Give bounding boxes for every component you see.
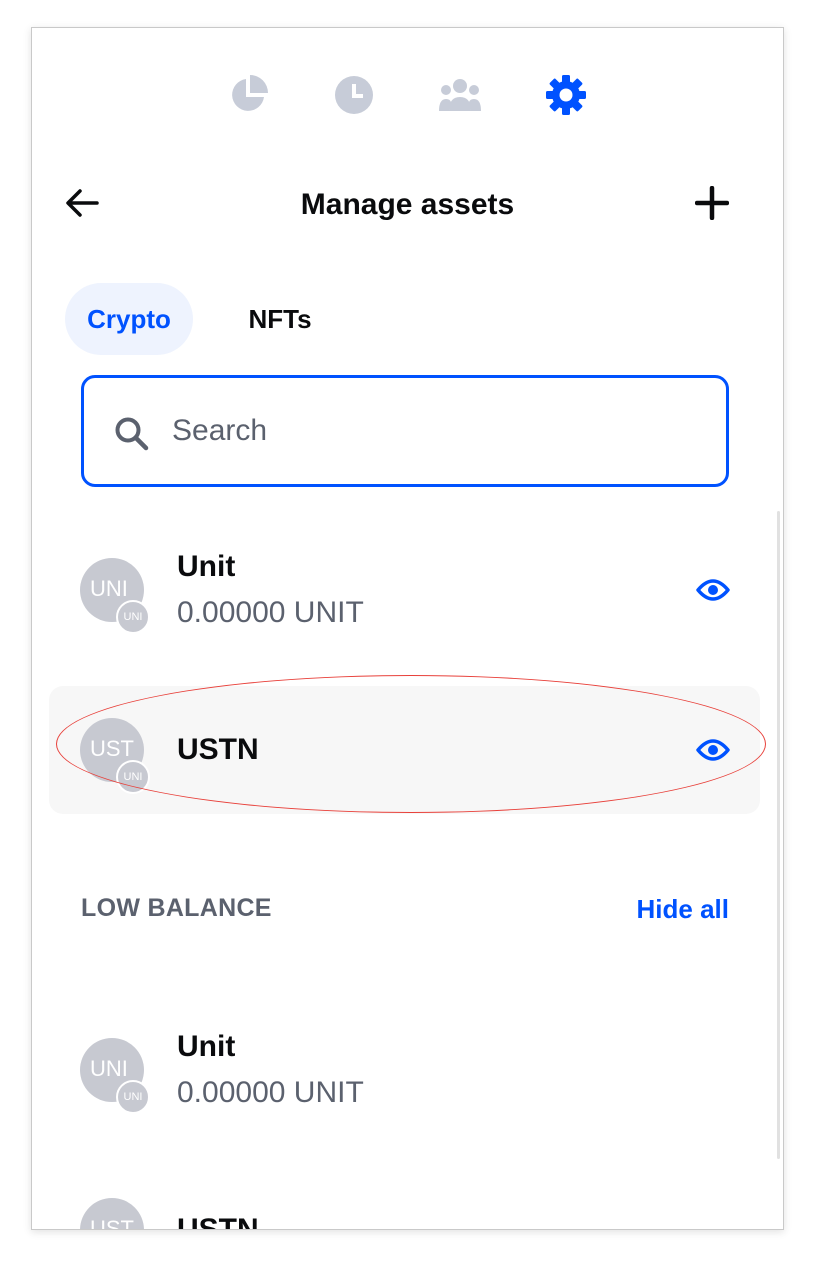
hide-all-button[interactable]: Hide all [637,894,729,925]
search-input[interactable] [172,398,692,464]
asset-balance: 0.00000 UNIT [177,596,364,629]
eye-icon [696,739,730,761]
asset-name: USTN [177,1213,259,1230]
asset-balance: 0.00000 UNIT [177,1076,364,1109]
search-icon [115,417,149,451]
top-navigation [32,74,783,116]
page-title: Manage assets [300,188,515,221]
add-asset-button[interactable] [691,182,733,224]
extension-window: Manage assets Crypto NFTs UNI UNI Unit 0… [31,27,784,1230]
clock-icon[interactable] [333,74,375,116]
asset-avatar: UST [80,1198,144,1229]
asset-name: Unit [177,1030,236,1063]
tab-nfts[interactable]: NFTs [225,283,335,355]
network-badge: UNI [116,600,150,634]
asset-row-unit[interactable]: UNI UNI Unit 0.00000 UNIT [49,526,760,654]
page-header: Manage assets [32,178,783,228]
asset-name: USTN [177,733,259,766]
network-badge: UNI [116,760,150,794]
section-label-low-balance: LOW BALANCE [81,894,272,922]
low-balance-row-ustn[interactable]: UST USTN [49,1166,760,1230]
asset-name: Unit [177,550,236,583]
tab-crypto[interactable]: Crypto [65,283,193,355]
eye-icon [696,579,730,601]
plus-icon [695,186,729,220]
low-balance-row-unit[interactable]: UNI UNI Unit 0.00000 UNIT [49,1006,760,1134]
toggle-visibility-button[interactable] [695,734,731,766]
search-box [81,375,729,487]
asset-row-ustn[interactable]: UST UNI USTN [49,686,760,814]
network-badge: UNI [116,1080,150,1114]
pie-chart-icon[interactable] [227,74,269,116]
scrollbar[interactable] [777,511,780,1159]
gear-icon[interactable] [545,74,587,116]
people-icon[interactable] [439,74,481,116]
toggle-visibility-button[interactable] [695,574,731,606]
